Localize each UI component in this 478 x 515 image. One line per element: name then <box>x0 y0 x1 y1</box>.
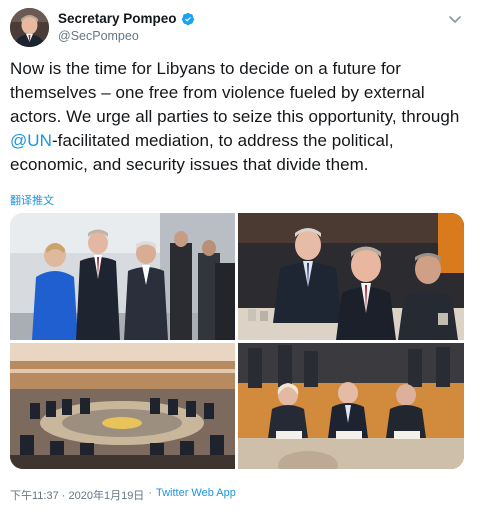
tweet-text-part-1: Now is the time for Libyans to decide on… <box>10 59 460 126</box>
translate-tweet-link[interactable]: 翻译推文 <box>10 192 54 208</box>
chevron-down-icon[interactable] <box>446 10 464 28</box>
mention-link[interactable]: @UN <box>10 131 52 150</box>
author-name-row: Secretary Pompeo <box>58 11 195 26</box>
media-photo-2[interactable] <box>238 213 464 340</box>
tweet-meta: 下午11:37 · 2020年1月19日 · Twitter Web App <box>10 487 236 503</box>
media-photo-3[interactable] <box>10 343 235 469</box>
tweet-text-part-2: -facilitated mediation, to address the p… <box>10 131 394 174</box>
photo-leaders-seated <box>238 343 464 469</box>
author-handle[interactable]: @SecPompeo <box>58 29 139 43</box>
verified-badge-icon <box>181 12 194 25</box>
media-grid <box>10 213 464 469</box>
media-photo-4[interactable] <box>238 343 464 469</box>
media-photo-1[interactable] <box>10 213 235 340</box>
tweet-source-link[interactable]: Twitter Web App <box>156 487 236 503</box>
avatar[interactable] <box>10 8 49 47</box>
avatar-image <box>10 8 49 47</box>
meta-separator: · <box>148 487 152 499</box>
tweet-text: Now is the time for Libyans to decide on… <box>10 57 472 177</box>
tweet-timestamp[interactable]: 下午11:37 · 2020年1月19日 <box>10 487 144 503</box>
photo-group-standing <box>10 213 235 340</box>
tweet-card: Secretary Pompeo @SecPompeo Now is the t… <box>0 0 478 515</box>
author-display-name[interactable]: Secretary Pompeo <box>58 11 177 26</box>
photo-table-closeup <box>238 213 464 340</box>
photo-conference-overview <box>10 343 235 469</box>
